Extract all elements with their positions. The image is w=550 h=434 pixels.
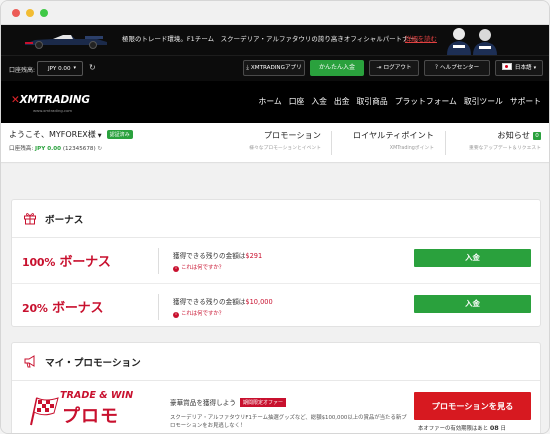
divider xyxy=(158,294,159,320)
currency-value: JPY 0.00 xyxy=(48,66,71,72)
divider xyxy=(158,248,159,274)
my-promotion-header: マイ・プロモーション xyxy=(12,343,540,381)
verified-badge: 認証済み xyxy=(106,130,133,139)
bonus-title: ボーナス xyxy=(45,215,84,226)
bonus-row: 20% ボーナス 獲得できる残りの金額は$10,000 i これは何ですか？ 入金 xyxy=(12,283,540,328)
refresh-icon[interactable]: ↻ xyxy=(89,63,99,73)
nav-home[interactable]: ホーム xyxy=(259,96,282,107)
chevron-down-icon: ▼ xyxy=(97,133,102,139)
chevron-down-icon: ▾ xyxy=(533,65,537,71)
xm-logo[interactable]: ✕XMTRADING xyxy=(11,94,90,106)
bonus-row: 100% ボーナス 獲得できる残りの金額は$291 i これは何ですか？ 入金 xyxy=(12,238,540,283)
nav-tools[interactable]: 取引ツール xyxy=(464,96,503,107)
bonus-help-link[interactable]: i これは何ですか？ xyxy=(173,263,224,272)
welcome-menu[interactable]: ようこそ、MYFOREX様 ▼ 認証済み xyxy=(9,129,133,140)
offer-expiry: 本オファーの有効期限はあと 08 日 xyxy=(418,424,506,432)
f1-banner: 極限のトレード環境。F1チーム スクーデリア・アルファタウリの誇り高きオフィシャ… xyxy=(1,25,549,55)
deposit-button[interactable]: 入金 xyxy=(414,295,531,313)
nav-links: ホーム 口座 入金 出金 取引商品 プラットフォーム 取引ツール サポート xyxy=(252,96,541,107)
f1-car-image xyxy=(25,35,107,49)
info-icon: i xyxy=(173,266,179,272)
help-center-button[interactable]: ? ヘルプセンター xyxy=(424,60,490,76)
my-promotion-card: マイ・プロモーション TRADE & WIN プロモ 豪華賞品を獲得しよう 期間… xyxy=(11,342,542,433)
help-icon: ? xyxy=(434,64,438,71)
promotion-heading: 豪華賞品を獲得しよう 期間限定オファー xyxy=(170,397,286,407)
divider xyxy=(445,131,446,155)
checkered-flag-icon xyxy=(30,397,59,426)
bonus-amount: $10,000 xyxy=(245,298,273,306)
bonus-remaining-text: 獲得できる残りの金額は$291 xyxy=(173,252,263,260)
nav-account[interactable]: 口座 xyxy=(289,96,305,107)
japan-flag-icon xyxy=(501,63,512,70)
bonus-amount: $291 xyxy=(245,252,263,260)
promotion-description: スクーデリア・アルファタウリF1チーム抽選グッズなど、総額$100,000以上の… xyxy=(170,415,407,429)
my-promotion-title: マイ・プロモーション xyxy=(45,358,141,369)
bonus-help-link[interactable]: i これは何ですか？ xyxy=(173,309,224,318)
banner-text: 極限のトレード環境。F1チーム スクーデリア・アルファタウリの誇り高きオフィシャ… xyxy=(122,35,422,43)
loyalty-points-link[interactable]: ロイヤルティポイント XMTradingポイント xyxy=(353,123,434,163)
nav-withdraw[interactable]: 出金 xyxy=(334,96,350,107)
account-id: (12345678) xyxy=(62,146,96,152)
language-select[interactable]: 日本語 ▾ xyxy=(495,60,543,76)
trade-and-win-logo: TRADE & WIN プロモ xyxy=(24,390,134,433)
download-icon: ⤓ xyxy=(246,64,249,71)
promotion-item: TRADE & WIN プロモ 豪華賞品を獲得しよう 期間限定オファー スクーデリ… xyxy=(12,382,542,433)
nav-support[interactable]: サポート xyxy=(510,96,541,107)
balance-value: JPY 0.00 xyxy=(35,146,62,152)
main-nav: ✕XMTRADING www.xmtrading.com ホーム 口座 入金 出… xyxy=(1,81,549,123)
logo-url: www.xmtrading.com xyxy=(33,108,73,113)
logout-button[interactable]: ⇥ ログアウト xyxy=(369,60,419,76)
maximize-window-button[interactable] xyxy=(40,9,48,17)
account-toolbar: 口座残高: JPY 0.00 ▾ ↻ ⤓ XMTRADINGアプリ かんたん入金 … xyxy=(1,55,549,81)
info-icon: i xyxy=(173,312,179,318)
bonus-name: 100% ボーナス xyxy=(22,255,111,270)
megaphone-icon xyxy=(24,355,35,368)
deposit-button[interactable]: 入金 xyxy=(414,249,531,267)
bonus-remaining-text: 獲得できる残りの金額は$10,000 xyxy=(173,298,273,306)
welcome-text: ようこそ、MYFOREX様 xyxy=(9,130,96,139)
nav-products[interactable]: 取引商品 xyxy=(357,96,388,107)
nav-deposit[interactable]: 入金 xyxy=(311,96,327,107)
bonus-card: ボーナス 100% ボーナス 獲得できる残りの金額は$291 i これは何ですか？… xyxy=(11,199,541,327)
bonus-card-header: ボーナス xyxy=(12,200,540,238)
drivers-image xyxy=(447,28,497,55)
limited-offer-tag: 期間限定オファー xyxy=(239,398,286,407)
logout-icon: ⇥ xyxy=(376,64,382,71)
main-content: ボーナス 100% ボーナス 獲得できる残りの金額は$291 i これは何ですか？… xyxy=(1,164,549,433)
minimize-window-button[interactable] xyxy=(26,9,34,17)
news-link[interactable]: お知らせ 0 重要なアップデート＆リクエスト xyxy=(469,123,541,163)
refresh-icon[interactable]: ↻ xyxy=(97,146,102,152)
gift-icon xyxy=(24,213,36,225)
banner-read-more-link[interactable]: 詳細を読む xyxy=(405,34,437,43)
window-chrome xyxy=(1,1,549,25)
divider xyxy=(331,131,332,155)
promotion-link[interactable]: プロモーション 様々なプロモーションとイベント xyxy=(249,123,321,163)
close-window-button[interactable] xyxy=(12,9,20,17)
bonus-name: 20% ボーナス xyxy=(22,301,104,316)
app-button[interactable]: ⤓ XMTRADINGアプリ xyxy=(243,60,305,76)
balance-label: 口座残高: xyxy=(9,67,36,74)
chevron-down-icon: ▾ xyxy=(73,65,76,71)
easy-deposit-button[interactable]: かんたん入金 xyxy=(310,60,364,76)
news-count-badge: 0 xyxy=(533,132,541,140)
user-bar: ようこそ、MYFOREX様 ▼ 認証済み 口座残高: JPY 0.00 (12345… xyxy=(1,123,549,163)
view-promotion-button[interactable]: プロモーションを見る xyxy=(414,392,531,420)
browser-window: 極限のトレード環境。F1チーム スクーデリア・アルファタウリの誇り高きオフィシャ… xyxy=(0,0,550,434)
currency-select[interactable]: JPY 0.00 ▾ xyxy=(37,61,83,76)
nav-platforms[interactable]: プラットフォーム xyxy=(395,96,457,107)
account-balance-line: 口座残高: JPY 0.00 (12345678) ↻ xyxy=(9,146,103,152)
